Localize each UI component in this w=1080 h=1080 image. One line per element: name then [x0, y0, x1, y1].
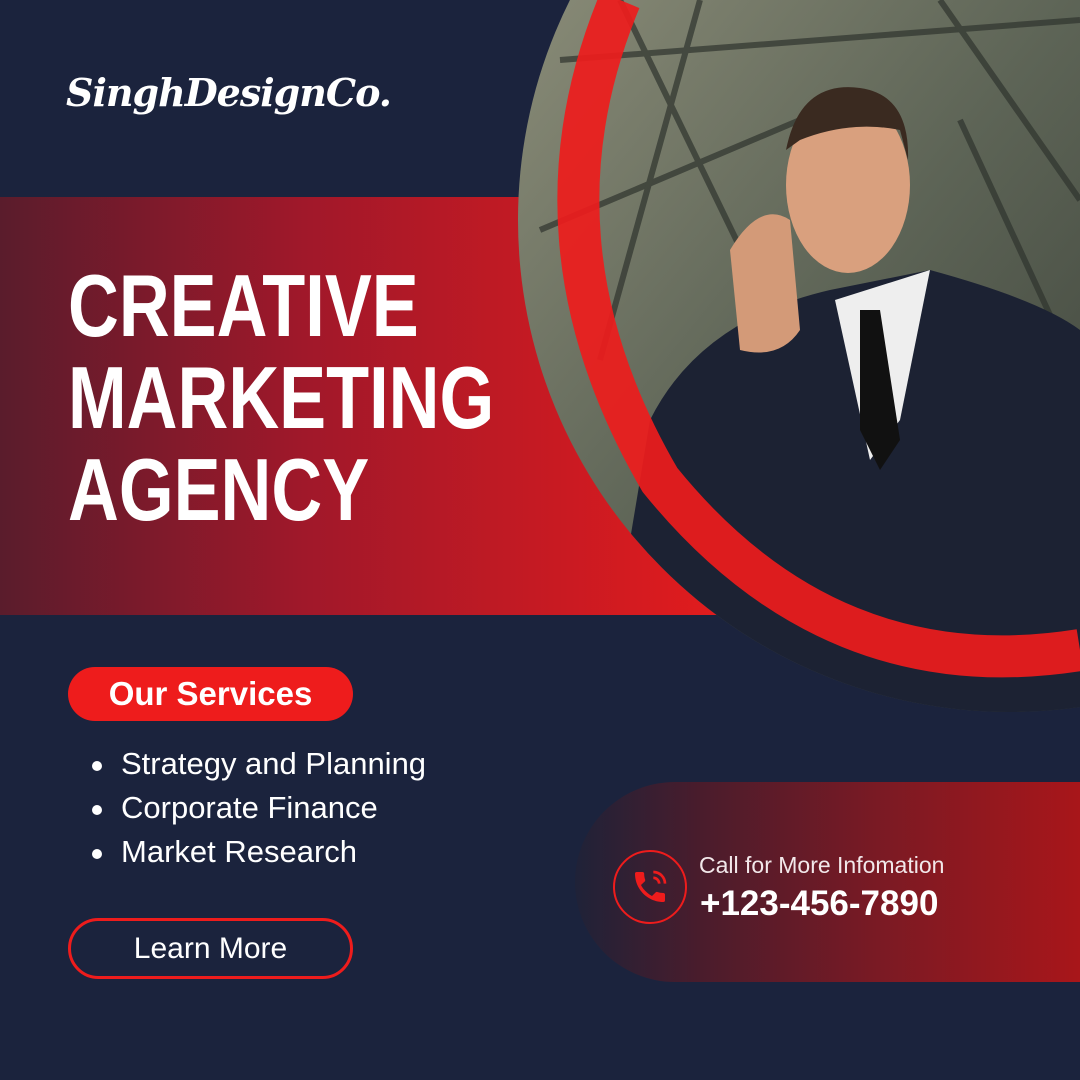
services-list: Strategy and Planning Corporate Finance …	[92, 742, 426, 874]
headline-line-3: AGENCY	[68, 440, 370, 539]
brand-logo: SinghDesignCo.	[66, 70, 392, 115]
service-item: Strategy and Planning	[92, 742, 426, 786]
services-heading: Our Services	[68, 667, 353, 721]
headline-line-1: CREATIVE	[68, 256, 419, 355]
phone-ringing-icon[interactable]	[613, 850, 687, 924]
call-label: Call for More Infomation	[699, 852, 945, 878]
learn-more-button[interactable]: Learn More	[68, 918, 353, 979]
service-item: Corporate Finance	[92, 786, 426, 830]
service-item: Market Research	[92, 830, 426, 874]
phone-number[interactable]: +123-456-7890	[700, 884, 938, 924]
headline-line-2: MARKETING	[68, 348, 495, 447]
